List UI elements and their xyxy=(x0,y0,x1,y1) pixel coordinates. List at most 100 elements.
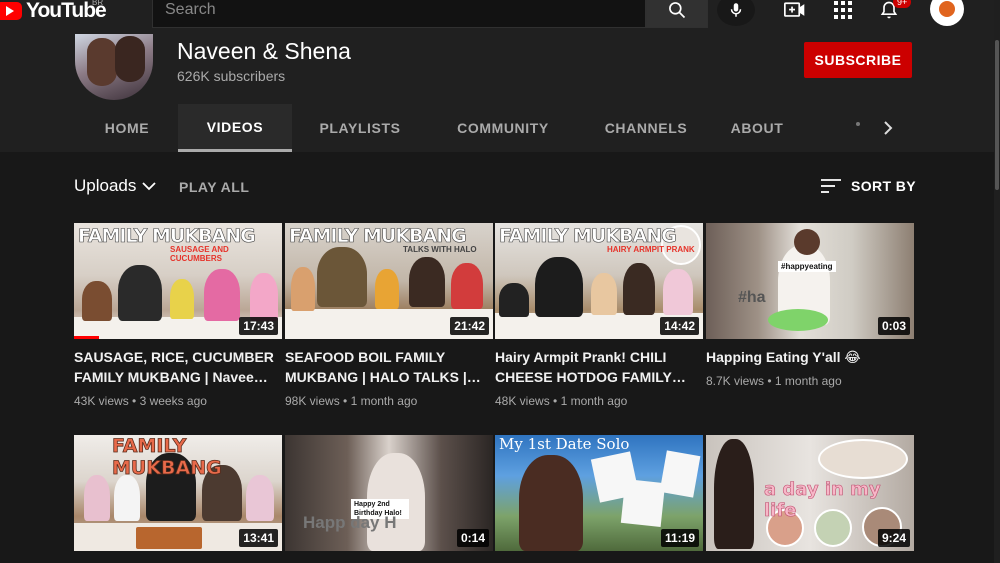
tab-about[interactable]: ABOUT xyxy=(714,104,800,152)
channel-name: Naveen & Shena xyxy=(177,38,351,64)
youtube-logo[interactable]: YouTube BR xyxy=(0,0,107,22)
video-thumbnail[interactable]: FAMILY MUKBANG 13:41 xyxy=(74,435,282,551)
video-thumbnail[interactable]: a day in my life 9:24 xyxy=(706,435,914,551)
thumb-person xyxy=(170,279,194,319)
logo-region: BR xyxy=(92,0,104,7)
thumb-overlay-sub: #ha xyxy=(738,289,766,306)
video-age: 1 month ago xyxy=(774,374,842,388)
video-card[interactable]: FAMILY MUKBANG HAIRY ARMPIT PRANK 14:42 … xyxy=(495,223,703,408)
video-duration: 0:03 xyxy=(877,317,910,335)
create-button[interactable] xyxy=(780,0,810,24)
video-thumbnail[interactable]: My 1st Date Solo 11:19 xyxy=(495,435,703,551)
uploads-label: Uploads xyxy=(74,176,137,195)
video-age: 3 weeks ago xyxy=(139,394,207,408)
search-box[interactable] xyxy=(152,0,646,28)
thumb-person xyxy=(451,263,483,309)
avatar-person-1 xyxy=(87,38,117,86)
thumb-person xyxy=(246,475,274,521)
tab-home[interactable]: HOME xyxy=(76,104,178,152)
apps-grid-icon xyxy=(834,1,852,19)
video-duration: 11:19 xyxy=(660,529,699,547)
video-duration: 13:41 xyxy=(239,529,278,547)
thumb-overlay-title: #happyeating xyxy=(778,261,836,272)
video-thumbnail[interactable]: Happy 2nd Birthday Halo! Happ day H 0:14 xyxy=(285,435,493,551)
thumb-person xyxy=(519,455,583,551)
video-card[interactable]: My 1st Date Solo 11:19 xyxy=(495,435,703,551)
video-card[interactable]: FAMILY MUKBANG SAUSAGE AND CUCUMBERS 17:… xyxy=(74,223,282,408)
thumb-person xyxy=(250,273,278,321)
create-video-icon xyxy=(784,2,805,17)
thumb-person xyxy=(114,475,140,521)
uploads-dropdown[interactable]: Uploads xyxy=(74,176,157,196)
thumb-photo xyxy=(659,450,701,498)
video-views: 98K views xyxy=(285,394,340,408)
tab-channels[interactable]: CHANNELS xyxy=(578,104,714,152)
tabs-next-button[interactable] xyxy=(874,114,902,142)
thumb-child-head xyxy=(794,229,820,255)
user-avatar[interactable] xyxy=(930,0,964,26)
thumb-person xyxy=(535,257,583,317)
apps-button[interactable] xyxy=(828,0,858,24)
thumb-person xyxy=(663,269,693,315)
video-meta: 8.7K views • 1 month ago xyxy=(706,374,842,388)
thumb-person xyxy=(204,269,240,321)
thumb-photo xyxy=(620,479,666,527)
search-button[interactable] xyxy=(646,0,708,28)
thumb-person xyxy=(82,281,112,321)
video-thumbnail[interactable]: FAMILY MUKBANG TALKS WITH HALO 21:42 xyxy=(285,223,493,339)
thumb-person xyxy=(118,265,162,321)
video-title[interactable]: SAUSAGE, RICE, CUCUMBER FAMILY MUKBANG |… xyxy=(74,347,282,387)
video-duration: 14:42 xyxy=(660,317,699,335)
thumb-overlay-sub: SAUSAGE AND CUCUMBERS xyxy=(170,245,229,263)
subscribe-button[interactable]: SUBSCRIBE xyxy=(804,42,912,78)
scrollbar-thumb[interactable] xyxy=(995,40,999,190)
voice-search-button[interactable] xyxy=(717,0,755,26)
video-thumbnail[interactable]: FAMILY MUKBANG SAUSAGE AND CUCUMBERS 17:… xyxy=(74,223,282,339)
tab-videos[interactable]: VIDEOS xyxy=(178,104,292,152)
thumb-overlay-sub: Happ day H xyxy=(303,513,397,532)
channel-avatar[interactable] xyxy=(75,34,153,100)
video-card[interactable]: FAMILY MUKBANG TALKS WITH HALO 21:42 SEA… xyxy=(285,223,493,408)
thumb-person xyxy=(409,257,445,307)
tab-community[interactable]: COMMUNITY xyxy=(428,104,578,152)
thumb-overlay-sub: HAIRY ARMPIT PRANK xyxy=(607,245,695,254)
video-meta: 43K views • 3 weeks ago xyxy=(74,394,207,408)
video-title[interactable]: SEAFOOD BOIL FAMILY MUKBANG | HALO TALKS… xyxy=(285,347,493,387)
subscriber-count: 626K subscribers xyxy=(177,68,286,84)
video-thumbnail[interactable]: #happyeating #ha 0:03 xyxy=(706,223,914,339)
thumb-overlay-title: FAMILY MUKBANG xyxy=(499,225,677,248)
avatar-image xyxy=(939,1,955,17)
thumb-person xyxy=(375,269,399,309)
video-age: 1 month ago xyxy=(350,394,418,408)
video-duration: 9:24 xyxy=(877,529,910,547)
sort-by-button[interactable]: SORT BY xyxy=(820,178,916,194)
thumb-food-tray xyxy=(136,527,202,549)
search-input[interactable] xyxy=(165,1,645,19)
video-views: 43K views xyxy=(74,394,129,408)
search-icon xyxy=(669,2,686,19)
tab-search-hint xyxy=(856,122,860,126)
video-age: 1 month ago xyxy=(560,394,628,408)
thumb-overlay-title: a day in my life xyxy=(764,479,881,522)
thumb-person xyxy=(591,273,617,315)
video-title[interactable]: Happing Eating Y'all 😂 xyxy=(706,347,914,367)
tab-playlists[interactable]: PLAYLISTS xyxy=(292,104,428,152)
video-card[interactable]: a day in my life 9:24 xyxy=(706,435,914,551)
channel-header: Naveen & Shena 626K subscribers SUBSCRIB… xyxy=(0,30,1000,152)
video-duration: 21:42 xyxy=(450,317,489,335)
microphone-icon xyxy=(730,3,742,17)
thumb-overlay-title: FAMILY MUKBANG xyxy=(78,225,256,248)
video-thumbnail[interactable]: FAMILY MUKBANG HAIRY ARMPIT PRANK 14:42 xyxy=(495,223,703,339)
channel-tabs: HOME VIDEOS PLAYLISTS COMMUNITY CHANNELS… xyxy=(76,104,800,152)
thumb-person xyxy=(714,439,754,549)
page-scrollbar[interactable] xyxy=(994,0,1000,563)
video-card[interactable]: FAMILY MUKBANG 13:41 xyxy=(74,435,282,551)
filter-row: Uploads PLAY ALL SORT BY xyxy=(74,176,916,198)
top-bar: YouTube BR 9+ xyxy=(0,0,1000,30)
video-card[interactable]: #happyeating #ha 0:03 Happing Eating Y'a… xyxy=(706,223,914,388)
video-title[interactable]: Hairy Armpit Prank! CHILI CHEESE HOTDOG … xyxy=(495,347,703,387)
play-all-button[interactable]: PLAY ALL xyxy=(179,179,249,195)
thumb-bowl xyxy=(768,309,828,331)
thumb-person xyxy=(499,283,529,317)
video-card[interactable]: Happy 2nd Birthday Halo! Happ day H 0:14 xyxy=(285,435,493,551)
